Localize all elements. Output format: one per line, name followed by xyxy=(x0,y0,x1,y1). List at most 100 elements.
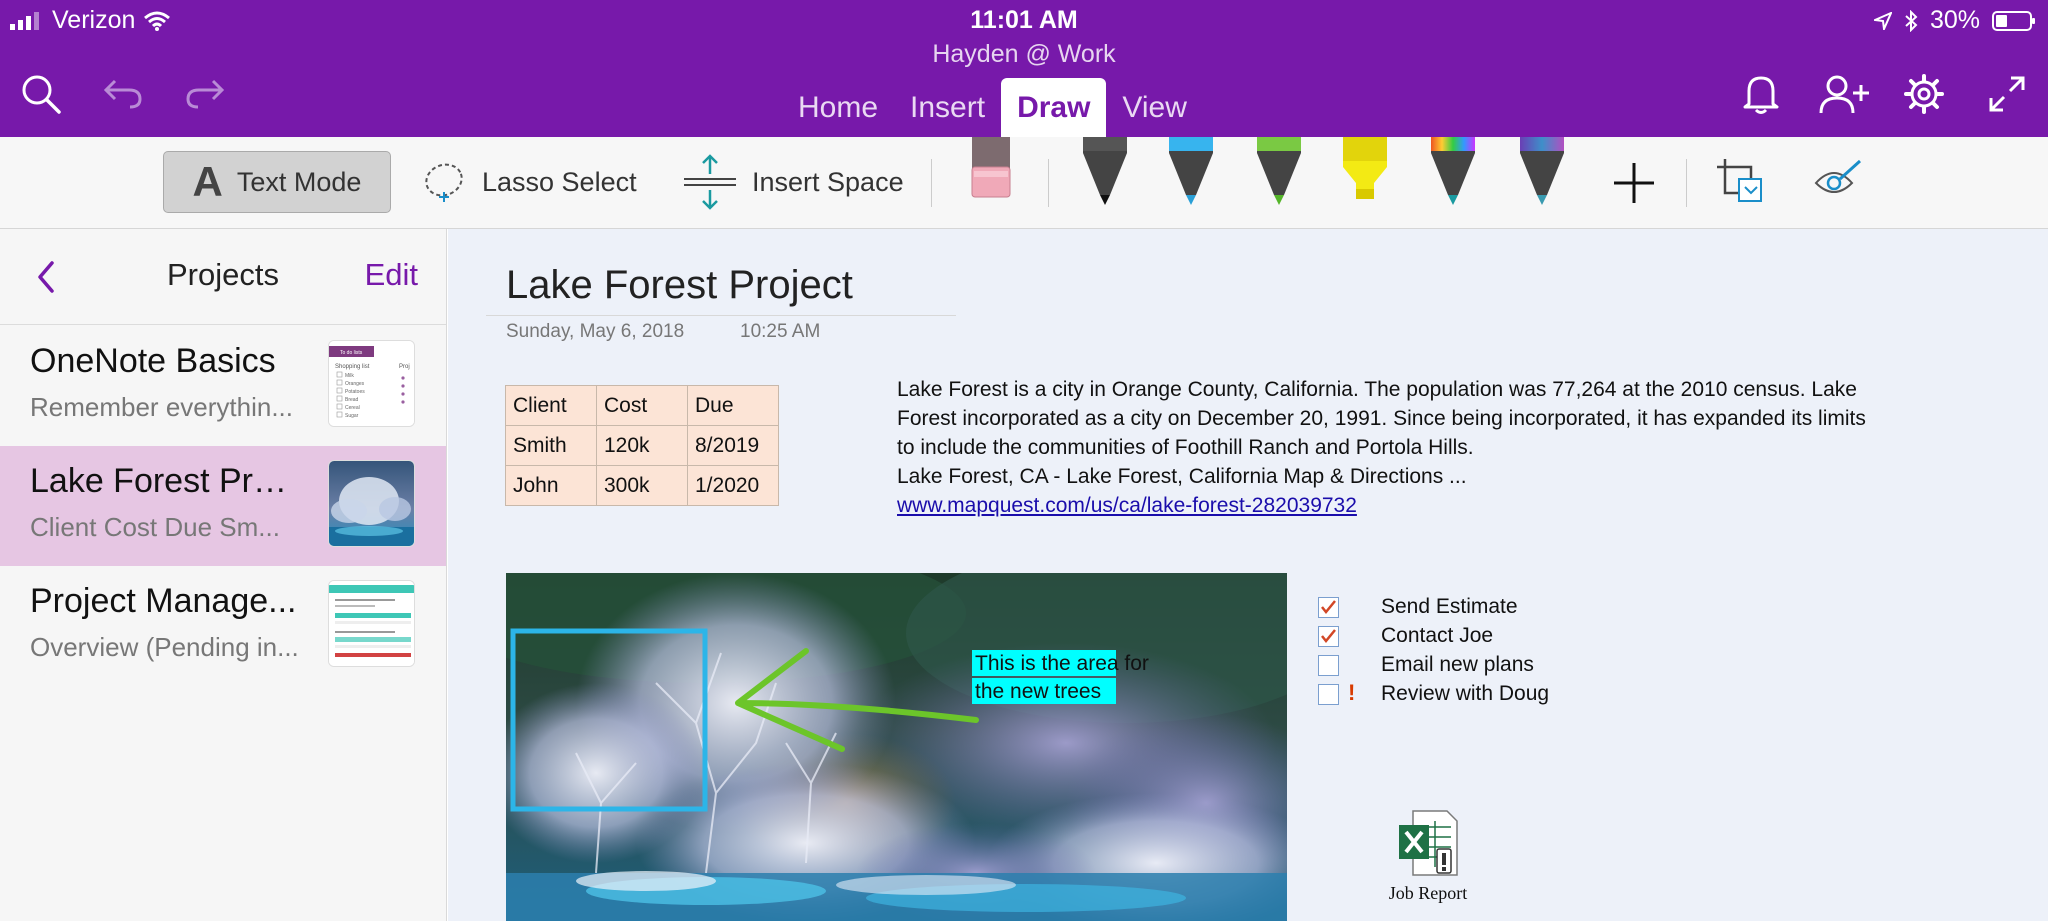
lake-forest-photo[interactable]: This is the area for the new trees xyxy=(506,573,1287,921)
job-report-attachment[interactable]: Job Report xyxy=(1368,809,1488,904)
crop-icon xyxy=(1717,159,1762,202)
text-mode-label: Text Mode xyxy=(236,166,362,197)
highlighter-yellow-tool[interactable] xyxy=(1340,137,1390,205)
lasso-icon xyxy=(425,163,463,202)
insert-space-label: Insert Space xyxy=(752,166,904,197)
redo-button[interactable] xyxy=(181,70,229,118)
chevron-left-icon xyxy=(38,261,54,293)
title-underline xyxy=(486,315,956,316)
table-cell[interactable]: Smith xyxy=(505,425,597,466)
pen-rainbow-tool[interactable] xyxy=(1428,137,1478,205)
description-line: Lake Forest is a city in Orange County, … xyxy=(897,378,1857,401)
ink-to-shape-button[interactable] xyxy=(1715,157,1765,205)
todo-text: Contact Joe xyxy=(1381,624,1494,647)
thumbnail-image xyxy=(329,461,414,546)
fullscreen-button[interactable] xyxy=(1983,70,2031,118)
todo-checkbox-checked[interactable] xyxy=(1318,597,1339,618)
bell-icon xyxy=(1743,76,1779,114)
tab-draw[interactable]: Draw xyxy=(1001,78,1107,137)
draw-toolbar: A Text Mode Lasso Select Insert Space xyxy=(0,137,2048,229)
pen-green-tool[interactable] xyxy=(1254,137,1304,205)
project-table[interactable]: Client Cost Due Smith 120k 8/2019 John 3… xyxy=(505,385,779,506)
page-thumbnail xyxy=(328,460,415,547)
tab-home[interactable]: Home xyxy=(782,78,894,137)
todo-text: Email new plans xyxy=(1381,653,1534,676)
todo-item[interactable]: Contact Joe xyxy=(1318,622,1618,650)
image-note-line[interactable]: This is the area for xyxy=(975,652,1149,675)
table-header-cell[interactable]: Cost xyxy=(596,385,688,426)
description-text[interactable]: Lake Forest is a city in Orange County, … xyxy=(897,375,1957,520)
table-header-row: Client Cost Due xyxy=(505,385,779,426)
bluetooth-icon xyxy=(1905,9,1918,32)
table-cell[interactable]: 1/2020 xyxy=(687,465,779,506)
eraser-tool[interactable] xyxy=(966,137,1016,199)
pen-black-tool[interactable] xyxy=(1080,137,1130,205)
lasso-select-button[interactable]: Lasso Select xyxy=(422,157,637,207)
sidebar-header: Projects Edit xyxy=(0,229,446,325)
table-cell[interactable]: 120k xyxy=(596,425,688,466)
tab-insert[interactable]: Insert xyxy=(894,78,1001,137)
page-thumbnail: To do lists Shopping list Proj Milk Oran… xyxy=(328,340,415,427)
page-item-onenote-basics[interactable]: OneNote Basics Remember everythin... To … xyxy=(0,326,446,446)
eye-pen-icon xyxy=(1814,159,1862,193)
thumbnail-image: To do lists Shopping list Proj Milk Oran… xyxy=(329,341,414,426)
page-title[interactable]: Lake Forest Project xyxy=(506,263,853,308)
toolbar-divider xyxy=(1686,159,1687,207)
page-canvas[interactable]: Lake Forest Project Sunday, May 6, 2018 … xyxy=(448,229,2048,921)
signal-icon xyxy=(10,11,39,30)
table-header-cell[interactable]: Due xyxy=(687,385,779,426)
battery-icon xyxy=(1992,10,2035,31)
pen-galaxy-tool[interactable] xyxy=(1517,137,1567,205)
text-mode-button[interactable]: A Text Mode xyxy=(163,151,391,213)
thumb-item: Potatoes xyxy=(345,389,365,395)
ink-replay-button[interactable] xyxy=(1812,157,1864,205)
thumb-item: Cereal xyxy=(345,405,360,411)
table-header-cell[interactable]: Client xyxy=(505,385,597,426)
todo-item[interactable]: ! Review with Doug xyxy=(1318,680,1618,708)
page-item-preview: Remember everythin... xyxy=(30,392,293,422)
checkmark-icon xyxy=(1321,629,1336,643)
undo-button[interactable] xyxy=(99,70,147,118)
redo-icon xyxy=(186,79,225,109)
share-button[interactable] xyxy=(1818,70,1872,118)
tab-view[interactable]: View xyxy=(1106,78,1202,137)
checkmark-icon xyxy=(1321,600,1336,614)
status-right: 30% xyxy=(1873,6,2036,35)
important-icon: ! xyxy=(1348,680,1356,705)
wifi-icon xyxy=(144,11,171,31)
search-icon xyxy=(22,75,61,114)
thumbnail-image xyxy=(329,581,414,666)
notifications-button[interactable] xyxy=(1737,70,1785,118)
toolbar-divider xyxy=(931,159,932,207)
todo-checkbox[interactable] xyxy=(1318,684,1339,705)
insert-space-button[interactable]: Insert Space xyxy=(682,154,904,210)
edit-button[interactable]: Edit xyxy=(365,257,418,293)
description-line: to include the communities of Foothill R… xyxy=(897,436,1474,459)
page-item-preview: Overview (Pending in... xyxy=(30,632,299,662)
expand-icon xyxy=(1989,76,2025,112)
thumb-list-title: Shopping list xyxy=(335,364,370,370)
todo-item[interactable]: Send Estimate xyxy=(1318,593,1618,621)
page-time: 10:25 AM xyxy=(740,321,821,342)
table-cell[interactable]: 8/2019 xyxy=(687,425,779,466)
search-button[interactable] xyxy=(17,70,65,118)
table-cell[interactable]: John xyxy=(505,465,597,506)
pen-blue-tool[interactable] xyxy=(1166,137,1216,205)
image-note-line[interactable]: the new trees xyxy=(975,680,1101,703)
forest-image: This is the area for the new trees xyxy=(506,573,1287,921)
excel-file-icon xyxy=(1399,810,1458,876)
page-item-preview: Client Cost Due Sm... xyxy=(30,512,280,542)
todo-checkbox[interactable] xyxy=(1318,655,1339,676)
page-item-project-management[interactable]: Project Manage... Overview (Pending in..… xyxy=(0,566,446,686)
table-cell[interactable]: 300k xyxy=(596,465,688,506)
add-pen-button[interactable] xyxy=(1612,161,1656,205)
todo-item[interactable]: Email new plans xyxy=(1318,651,1618,679)
back-button[interactable] xyxy=(28,255,68,299)
page-item-lake-forest[interactable]: Lake Forest Proj... Client Cost Due Sm..… xyxy=(0,446,446,566)
thumb-item: Oranges xyxy=(345,381,365,387)
pages-sidebar: Projects Edit OneNote Basics Remember ev… xyxy=(0,229,447,921)
todo-checkbox-checked[interactable] xyxy=(1318,626,1339,647)
mapquest-link[interactable]: www.mapquest.com/us/ca/lake-forest-28203… xyxy=(897,494,1357,517)
location-icon xyxy=(1873,11,1892,30)
settings-button[interactable] xyxy=(1900,70,1948,118)
